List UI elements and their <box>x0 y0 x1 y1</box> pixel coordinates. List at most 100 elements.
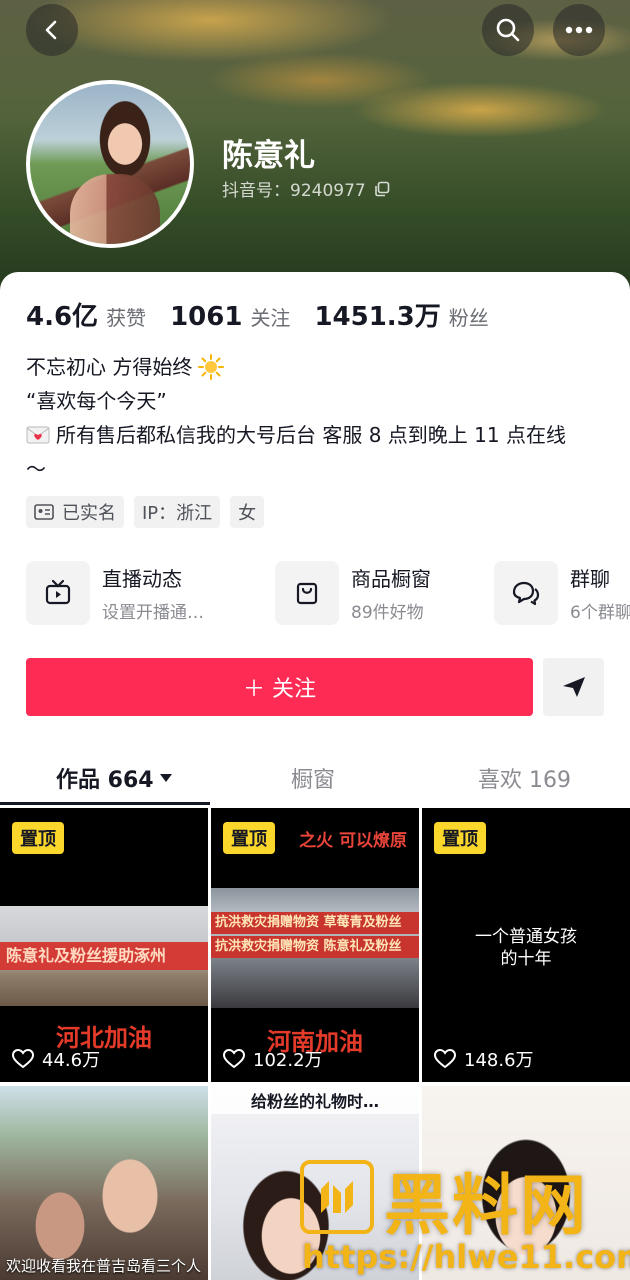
shortcut-group-chat-sub: 6个群聊 <box>570 603 630 623</box>
copy-icon <box>374 181 390 196</box>
back-button[interactable] <box>26 4 78 56</box>
shortcut-group-chat-text: 群聊 6个群聊 <box>570 563 630 623</box>
bio-line-4: ～ <box>26 452 616 486</box>
video-banner-text: 抗洪救灾捐赠物资 陈意礼及粉丝 <box>211 936 419 958</box>
shopping-bag-icon <box>296 582 318 605</box>
stat-followers-num: 1451.3万 <box>314 302 441 332</box>
pinned-badge: 置顶 <box>223 822 275 854</box>
stat-following-num: 1061 <box>170 302 243 332</box>
share-button[interactable] <box>543 658 604 716</box>
tab-works-label: 作品 664 <box>56 768 154 793</box>
shortcut-group-chat[interactable]: 群聊 6个群聊 <box>494 560 630 626</box>
video-banner-text: 陈意礼及粉丝援助涿州 <box>0 942 208 970</box>
avatar[interactable] <box>26 80 194 248</box>
video-tile[interactable]: 陈意礼及粉丝援助涿州 河北加油 置顶 44.6万 <box>0 808 208 1082</box>
more-button[interactable] <box>553 4 605 56</box>
tag-verified: 已实名 <box>26 496 124 528</box>
video-overlay-title: 给粉丝的礼物时… <box>211 1086 419 1114</box>
tag-gender: 女 <box>230 496 265 528</box>
shortcut-live-icon-box <box>26 561 90 625</box>
video-overlay-line-2: 的十年 <box>500 949 552 969</box>
search-icon <box>496 18 520 42</box>
shortcut-shop-text: 商品橱窗 89件好物 <box>351 563 431 623</box>
tab-works[interactable]: 作品 664 <box>56 762 172 794</box>
shortcut-shop[interactable]: 商品橱窗 89件好物 <box>275 560 431 626</box>
stat-following-label: 关注 <box>250 306 291 330</box>
bio-line-4-text: ～ <box>26 457 46 481</box>
watermark-logo-icon <box>300 1160 374 1234</box>
stat-followers-label: 粉丝 <box>448 306 489 330</box>
shortcut-shop-sub: 89件好物 <box>351 603 424 623</box>
id-card-icon <box>34 504 54 520</box>
shortcut-live-title: 直播动态 <box>102 567 182 591</box>
profile-tags: 已实名 IP：浙江 女 <box>26 496 265 528</box>
tag-ip-label: IP：浙江 <box>142 503 213 524</box>
video-likes-count: 102.2万 <box>253 1050 323 1071</box>
video-caption: 欢迎收看我在普吉岛看三个人 <box>6 1257 202 1275</box>
follow-button[interactable]: ＋ 关注 <box>26 658 533 716</box>
search-button[interactable] <box>482 4 534 56</box>
video-overlay-line-1: 一个普通女孩 <box>475 927 577 947</box>
profile-shortcuts: 直播动态 设置开播通… 商品橱窗 89件好物 群聊 6个群聊 <box>26 560 630 626</box>
bio-line-3: 所有售后都私信我的大号后台 客服 8 点到晚上 11 点在线 <box>26 418 616 452</box>
heart-icon <box>434 1049 456 1069</box>
stat-likes[interactable]: 4.6亿 获赞 <box>26 296 146 333</box>
video-likes: 148.6万 <box>434 1046 534 1072</box>
douyin-id[interactable]: 抖音号：9240977 <box>222 176 390 201</box>
profile-nickname: 陈意礼 <box>222 138 315 174</box>
tv-icon <box>45 579 71 605</box>
bio-line-1-text: 不忘初心 方得始终 <box>26 355 193 379</box>
shortcut-group-chat-title: 群聊 <box>570 567 610 591</box>
heart-icon <box>223 1049 245 1069</box>
tag-gender-label: 女 <box>238 503 257 524</box>
shortcut-live-sub: 设置开播通… <box>102 603 204 623</box>
shortcut-group-chat-icon-box <box>494 561 558 625</box>
video-thumbnail <box>0 1086 208 1280</box>
watermark-brand: 黑料网 <box>384 1167 588 1244</box>
sun-emoji-icon <box>198 354 225 380</box>
video-tile[interactable]: 之火 可以燎原 抗洪救灾捐赠物资 草莓青及粉丝 抗洪救灾捐赠物资 陈意礼及粉丝 … <box>211 808 419 1082</box>
video-banner-text: 抗洪救灾捐赠物资 草莓青及粉丝 <box>211 912 419 934</box>
tab-likes[interactable]: 喜欢 169 <box>478 762 571 794</box>
stat-following[interactable]: 1061 关注 <box>170 302 290 332</box>
heart-icon <box>12 1049 34 1069</box>
watermark-mark-icon <box>321 1181 353 1213</box>
video-likes: 44.6万 <box>12 1046 100 1072</box>
more-dots-icon <box>565 26 593 34</box>
stat-followers[interactable]: 1451.3万 粉丝 <box>314 296 488 333</box>
video-likes-count: 148.6万 <box>464 1050 534 1071</box>
bio-line-2-text: “喜欢每个今天” <box>26 389 167 413</box>
avatar-figure <box>70 174 160 244</box>
douyin-id-text: 抖音号：9240977 <box>222 181 366 201</box>
profile-stats: 4.6亿 获赞 1061 关注 1451.3万 粉丝 <box>26 296 489 333</box>
tag-ip: IP：浙江 <box>134 496 221 528</box>
shortcut-shop-icon-box <box>275 561 339 625</box>
pinned-badge: 置顶 <box>12 822 64 854</box>
profile-tabs: 作品 664 橱窗 喜欢 169 <box>0 744 630 806</box>
bio-line-2: “喜欢每个今天” <box>26 384 616 418</box>
profile-bio: 不忘初心 方得始终 “喜欢每个今天” 所有售后都私信我的大号后台 客服 8 点到… <box>26 350 616 486</box>
tab-showcase[interactable]: 橱窗 <box>291 762 335 794</box>
send-icon <box>562 677 585 697</box>
shortcut-live[interactable]: 直播动态 设置开播通… <box>26 560 204 626</box>
shortcut-shop-title: 商品橱窗 <box>351 567 431 591</box>
stat-likes-num: 4.6亿 <box>26 302 99 332</box>
video-tile[interactable]: 欢迎收看我在普吉岛看三个人 <box>0 1086 208 1280</box>
caret-down-icon <box>159 774 172 782</box>
bio-line-3-text: 所有售后都私信我的大号后台 客服 8 点到晚上 11 点在线 <box>56 423 566 447</box>
tag-verified-label: 已实名 <box>62 503 116 524</box>
stat-likes-label: 获赞 <box>106 306 147 330</box>
chat-icon <box>512 581 540 606</box>
video-likes: 102.2万 <box>223 1046 323 1072</box>
tab-showcase-label: 橱窗 <box>291 768 336 793</box>
tab-active-indicator <box>0 802 210 805</box>
video-likes-count: 44.6万 <box>42 1050 101 1071</box>
chevron-left-icon <box>45 20 57 40</box>
video-tile[interactable]: 一个普通女孩 的十年 置顶 148.6万 <box>422 808 630 1082</box>
love-letter-icon <box>26 426 50 444</box>
pinned-badge: 置顶 <box>434 822 486 854</box>
video-overlay-text: 一个普通女孩 的十年 <box>422 926 630 970</box>
shortcut-live-text: 直播动态 设置开播通… <box>102 563 204 623</box>
bio-line-1: 不忘初心 方得始终 <box>26 350 616 384</box>
watermark-url: https://hlwe11.com <box>302 1238 630 1276</box>
